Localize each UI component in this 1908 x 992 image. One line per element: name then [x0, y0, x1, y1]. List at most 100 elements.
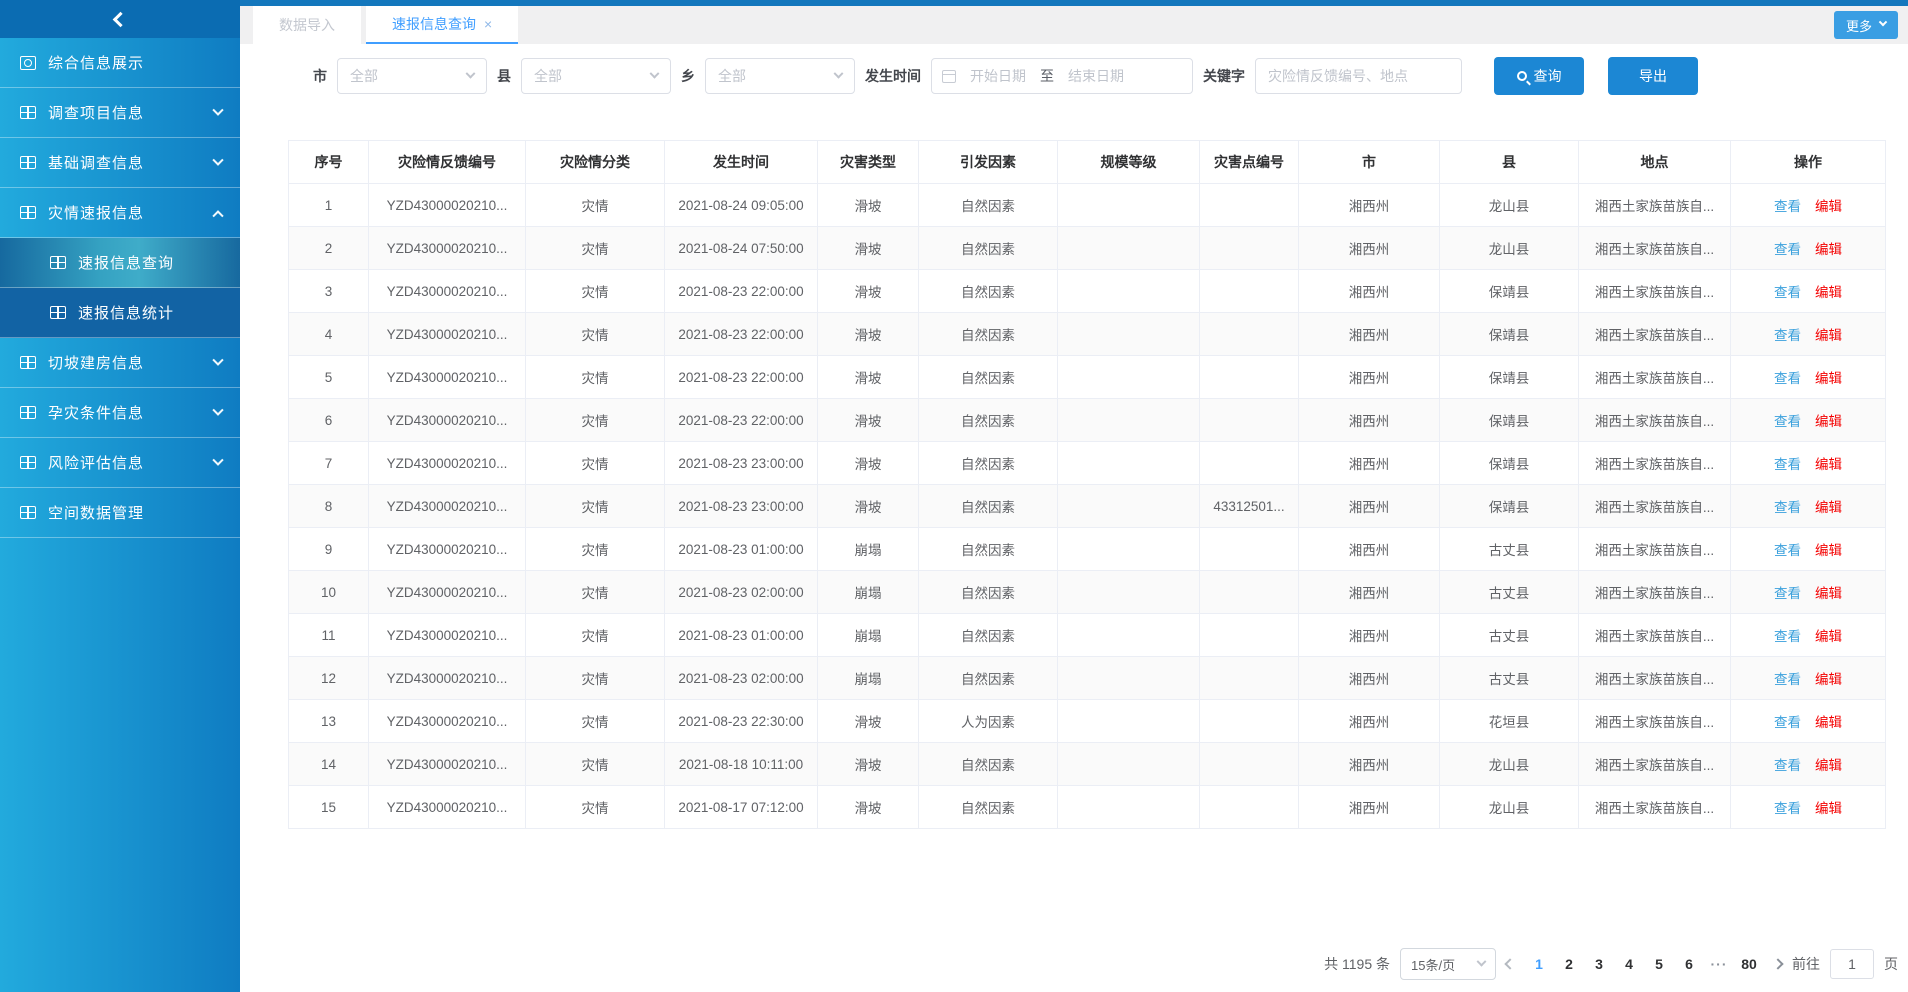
cell-county: 花垣县: [1440, 700, 1579, 743]
cell-type: 崩塌: [818, 528, 919, 571]
cell-location: 湘西土家族苗族自...: [1579, 270, 1731, 313]
sidebar-item-调查项目信息[interactable]: 调查项目信息: [0, 88, 240, 138]
edit-link[interactable]: 编辑: [1815, 543, 1842, 558]
view-link[interactable]: 查看: [1774, 715, 1801, 730]
edit-link[interactable]: 编辑: [1815, 328, 1842, 343]
edit-link[interactable]: 编辑: [1815, 457, 1842, 472]
page-2[interactable]: 2: [1554, 949, 1584, 979]
goto-page-input[interactable]: [1830, 949, 1874, 979]
edit-link[interactable]: 编辑: [1815, 586, 1842, 601]
end-date-input[interactable]: [1060, 68, 1132, 84]
sidebar-item-风险评估信息[interactable]: 风险评估信息: [0, 438, 240, 488]
cell-city: 湘西州: [1299, 485, 1440, 528]
sidebar-item-速报信息统计[interactable]: 速报信息统计: [0, 288, 240, 338]
chevron-left-icon: [112, 11, 128, 27]
keyword-input[interactable]: [1255, 58, 1462, 94]
cell-scale: [1058, 571, 1200, 614]
start-date-input[interactable]: [962, 68, 1034, 84]
cell-seq: 11: [289, 614, 369, 657]
view-link[interactable]: 查看: [1774, 457, 1801, 472]
view-link[interactable]: 查看: [1774, 242, 1801, 257]
town-select[interactable]: 全部: [705, 58, 855, 94]
sidebar-collapse-button[interactable]: [0, 0, 240, 38]
date-range-picker[interactable]: 至: [931, 58, 1193, 94]
column-header: 灾险情反馈编号: [369, 141, 526, 184]
search-button-label: 查询: [1534, 66, 1562, 86]
page-5[interactable]: 5: [1644, 949, 1674, 979]
cell-factor: 自然因素: [919, 743, 1058, 786]
cell-point-code: [1200, 399, 1299, 442]
cell-city: 湘西州: [1299, 743, 1440, 786]
app-window: 综合信息展示调查项目信息基础调查信息灾情速报信息速报信息查询速报信息统计切坡建房…: [0, 0, 1908, 992]
view-link[interactable]: 查看: [1774, 500, 1801, 515]
county-select[interactable]: 全部: [521, 58, 671, 94]
cell-code: YZD43000020210...: [369, 184, 526, 227]
edit-link[interactable]: 编辑: [1815, 242, 1842, 257]
sidebar-item-基础调查信息[interactable]: 基础调查信息: [0, 138, 240, 188]
sidebar: 综合信息展示调查项目信息基础调查信息灾情速报信息速报信息查询速报信息统计切坡建房…: [0, 0, 240, 992]
view-link[interactable]: 查看: [1774, 199, 1801, 214]
edit-link[interactable]: 编辑: [1815, 715, 1842, 730]
city-select[interactable]: 全部: [337, 58, 487, 94]
close-icon[interactable]: ×: [484, 16, 492, 32]
cell-factor: 自然因素: [919, 356, 1058, 399]
cell-type: 滑坡: [818, 442, 919, 485]
chevron-down-icon: [212, 154, 223, 165]
view-link[interactable]: 查看: [1774, 328, 1801, 343]
cell-scale: [1058, 356, 1200, 399]
tab-数据导入[interactable]: 数据导入: [253, 6, 361, 44]
sidebar-item-空间数据管理[interactable]: 空间数据管理: [0, 488, 240, 538]
cell-location: 湘西土家族苗族自...: [1579, 442, 1731, 485]
edit-link[interactable]: 编辑: [1815, 758, 1842, 773]
view-link[interactable]: 查看: [1774, 586, 1801, 601]
cell-ops: 查看编辑: [1731, 184, 1886, 227]
cell-type: 滑坡: [818, 313, 919, 356]
date-to-label: 至: [1040, 66, 1054, 86]
view-link[interactable]: 查看: [1774, 801, 1801, 816]
edit-link[interactable]: 编辑: [1815, 672, 1842, 687]
page-4[interactable]: 4: [1614, 949, 1644, 979]
more-button[interactable]: 更多: [1834, 11, 1898, 39]
search-button[interactable]: 查询: [1494, 57, 1584, 95]
export-button[interactable]: 导出: [1608, 57, 1698, 95]
page-size-select[interactable]: 15条/页: [1400, 948, 1496, 980]
page-list: 123456···80: [1524, 949, 1764, 979]
tab-速报信息查询[interactable]: 速报信息查询×: [366, 6, 518, 44]
edit-link[interactable]: 编辑: [1815, 199, 1842, 214]
page-80[interactable]: 80: [1734, 949, 1764, 979]
cell-city: 湘西州: [1299, 442, 1440, 485]
sidebar-item-综合信息展示[interactable]: 综合信息展示: [0, 38, 240, 88]
sidebar-item-速报信息查询[interactable]: 速报信息查询: [0, 238, 240, 288]
edit-link[interactable]: 编辑: [1815, 414, 1842, 429]
edit-link[interactable]: 编辑: [1815, 801, 1842, 816]
page-1[interactable]: 1: [1524, 949, 1554, 979]
view-link[interactable]: 查看: [1774, 543, 1801, 558]
edit-link[interactable]: 编辑: [1815, 500, 1842, 515]
content-panel: 市 全部 县 全部 乡 全部 发生时间: [240, 44, 1908, 992]
prev-page-button[interactable]: [1504, 958, 1515, 969]
next-page-button[interactable]: [1772, 958, 1783, 969]
table-row: 1YZD43000020210...灾情2021-08-24 09:05:00滑…: [289, 184, 1886, 227]
edit-link[interactable]: 编辑: [1815, 285, 1842, 300]
view-link[interactable]: 查看: [1774, 414, 1801, 429]
view-link[interactable]: 查看: [1774, 371, 1801, 386]
view-link[interactable]: 查看: [1774, 672, 1801, 687]
edit-link[interactable]: 编辑: [1815, 371, 1842, 386]
city-label: 市: [313, 66, 327, 86]
view-link[interactable]: 查看: [1774, 285, 1801, 300]
cell-point-code: [1200, 528, 1299, 571]
page-6[interactable]: 6: [1674, 949, 1704, 979]
column-header: 发生时间: [665, 141, 818, 184]
cell-factor: 自然因素: [919, 313, 1058, 356]
table-row: 8YZD43000020210...灾情2021-08-23 23:00:00滑…: [289, 485, 1886, 528]
cell-seq: 12: [289, 657, 369, 700]
city-select-value: 全部: [350, 66, 378, 86]
sidebar-item-孕灾条件信息[interactable]: 孕灾条件信息: [0, 388, 240, 438]
sidebar-item-灾情速报信息[interactable]: 灾情速报信息: [0, 188, 240, 238]
view-link[interactable]: 查看: [1774, 629, 1801, 644]
edit-link[interactable]: 编辑: [1815, 629, 1842, 644]
cell-point-code: [1200, 356, 1299, 399]
view-link[interactable]: 查看: [1774, 758, 1801, 773]
sidebar-item-切坡建房信息[interactable]: 切坡建房信息: [0, 338, 240, 388]
page-3[interactable]: 3: [1584, 949, 1614, 979]
